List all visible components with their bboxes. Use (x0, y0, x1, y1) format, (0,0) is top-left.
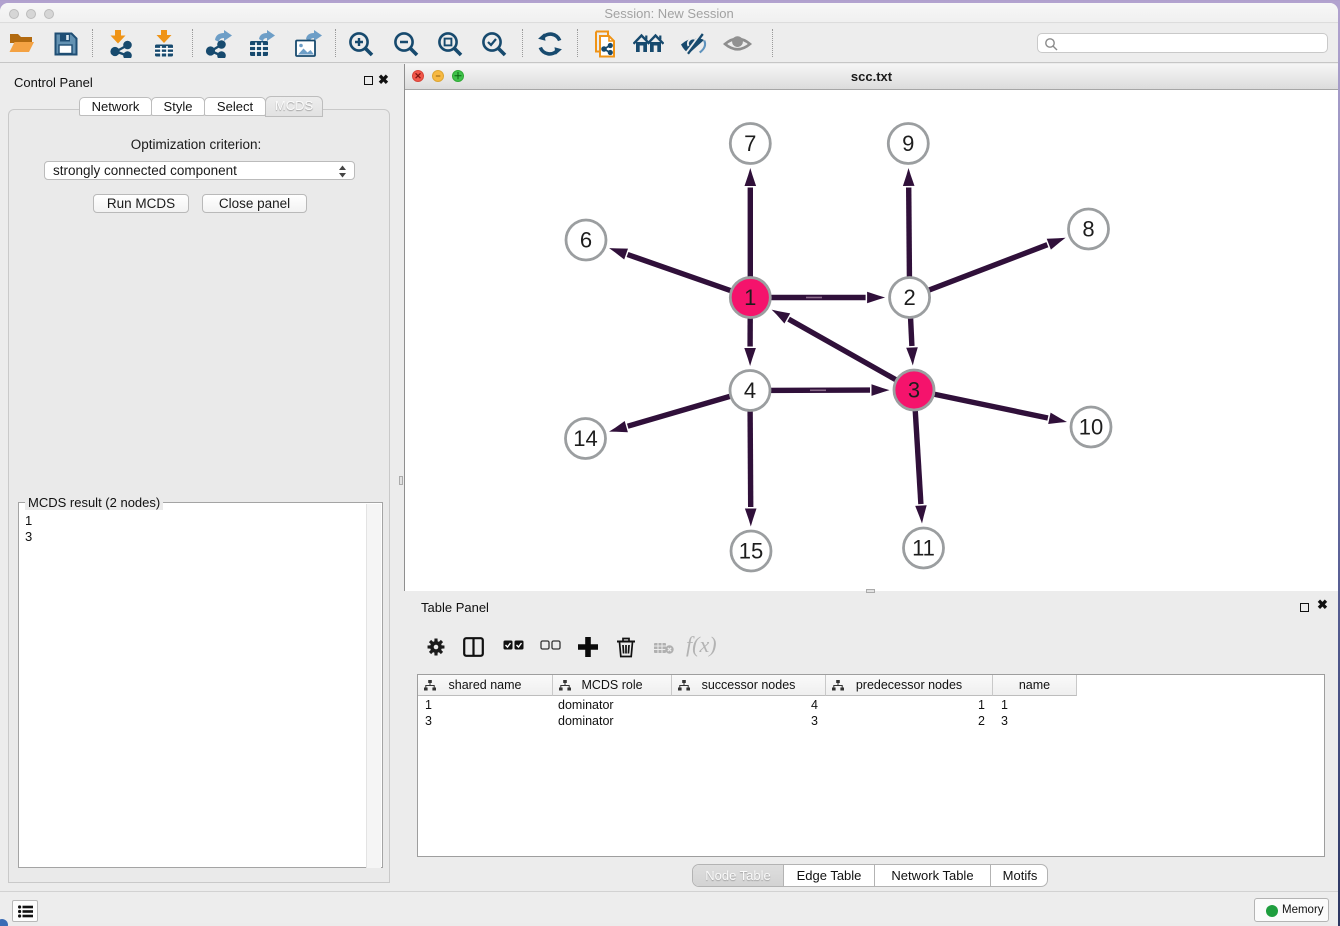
svg-text:14: 14 (573, 426, 597, 451)
svg-text:3: 3 (908, 377, 920, 402)
svg-text:10: 10 (1079, 414, 1103, 439)
svg-text:8: 8 (1082, 216, 1094, 241)
svg-text:4: 4 (744, 378, 756, 403)
svg-text:9: 9 (902, 131, 914, 156)
svg-text:11: 11 (912, 535, 935, 560)
svg-text:6: 6 (580, 227, 592, 252)
svg-text:2: 2 (903, 285, 915, 310)
svg-text:7: 7 (744, 131, 756, 156)
svg-text:15: 15 (739, 538, 763, 563)
svg-text:1: 1 (744, 285, 756, 310)
